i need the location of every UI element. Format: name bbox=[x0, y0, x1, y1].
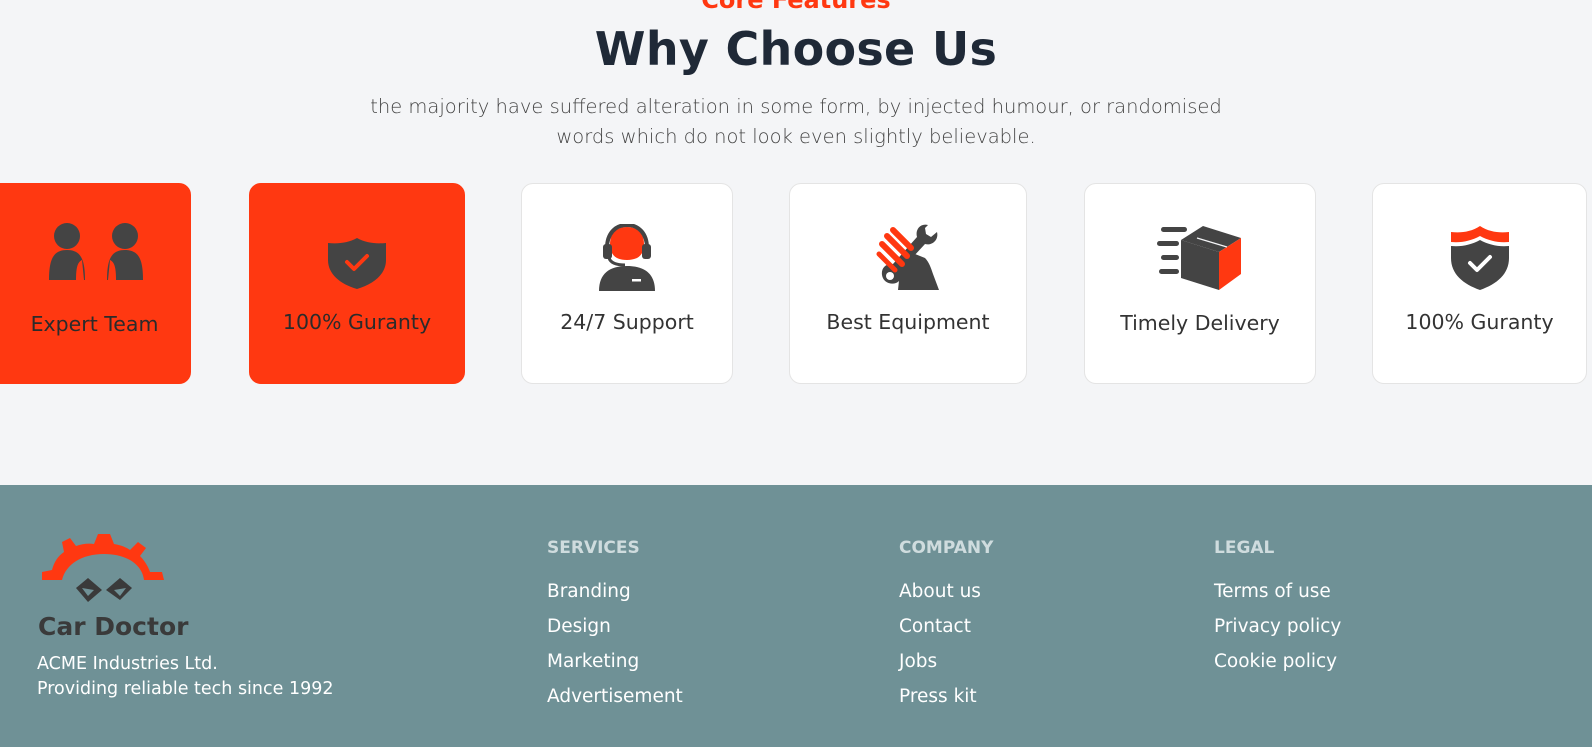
feature-label: Expert Team bbox=[30, 312, 159, 336]
footer-link-contact[interactable]: Contact bbox=[899, 616, 971, 637]
footer-link-privacy[interactable]: Privacy policy bbox=[1214, 616, 1341, 637]
footer-link-marketing[interactable]: Marketing bbox=[547, 651, 639, 672]
feature-card-guaranty[interactable]: 100% Guranty bbox=[249, 183, 465, 384]
footer-column-title-company: COMPANY bbox=[899, 538, 994, 558]
feature-label: Best Equipment bbox=[826, 310, 990, 334]
feature-card-guaranty-2[interactable]: 100% Guranty bbox=[1372, 183, 1587, 384]
section-eyebrow: Core Features bbox=[701, 0, 891, 14]
footer-link-cookie[interactable]: Cookie policy bbox=[1214, 651, 1337, 672]
footer-link-design[interactable]: Design bbox=[547, 616, 611, 637]
team-icon bbox=[48, 223, 143, 280]
section-subtitle: the majority have suffered alteration in… bbox=[370, 95, 1222, 148]
shield-check-icon bbox=[1450, 226, 1509, 290]
delivery-box-icon bbox=[1157, 226, 1241, 290]
gear-logo-icon[interactable] bbox=[40, 532, 168, 604]
footer-link-jobs[interactable]: Jobs bbox=[899, 651, 937, 672]
wrench-hand-icon bbox=[876, 224, 939, 290]
why-choose-us-section: Core Features Why Choose Us the majority… bbox=[0, 0, 1592, 485]
footer-link-about-us[interactable]: About us bbox=[899, 581, 981, 602]
footer-link-press-kit[interactable]: Press kit bbox=[899, 686, 977, 707]
footer-column-title-services: SERVICES bbox=[547, 538, 640, 558]
brand-tagline: Providing reliable tech since 1992 bbox=[37, 679, 334, 699]
feature-label: 100% Guranty bbox=[1405, 310, 1554, 334]
brand-company: ACME Industries Ltd. bbox=[37, 654, 218, 674]
support-agent-icon bbox=[599, 224, 655, 291]
brand-name: Car Doctor bbox=[38, 612, 189, 641]
feature-card-equipment[interactable]: Best Equipment bbox=[789, 183, 1027, 384]
feature-card-support[interactable]: 24/7 Support bbox=[521, 183, 733, 384]
feature-card-expert-team[interactable]: Expert Team bbox=[0, 183, 191, 384]
footer-link-terms[interactable]: Terms of use bbox=[1214, 581, 1331, 602]
feature-label: 100% Guranty bbox=[282, 310, 432, 334]
footer-link-advertisement[interactable]: Advertisement bbox=[547, 686, 683, 707]
feature-label: Timely Delivery bbox=[1120, 311, 1280, 335]
feature-card-delivery[interactable]: Timely Delivery bbox=[1084, 183, 1316, 384]
footer-link-branding[interactable]: Branding bbox=[547, 581, 631, 602]
footer-column-title-legal: LEGAL bbox=[1214, 538, 1275, 558]
site-footer bbox=[0, 485, 1592, 747]
section-title: Why Choose Us bbox=[594, 22, 998, 76]
feature-label: 24/7 Support bbox=[560, 310, 694, 334]
shield-check-icon bbox=[328, 238, 386, 289]
